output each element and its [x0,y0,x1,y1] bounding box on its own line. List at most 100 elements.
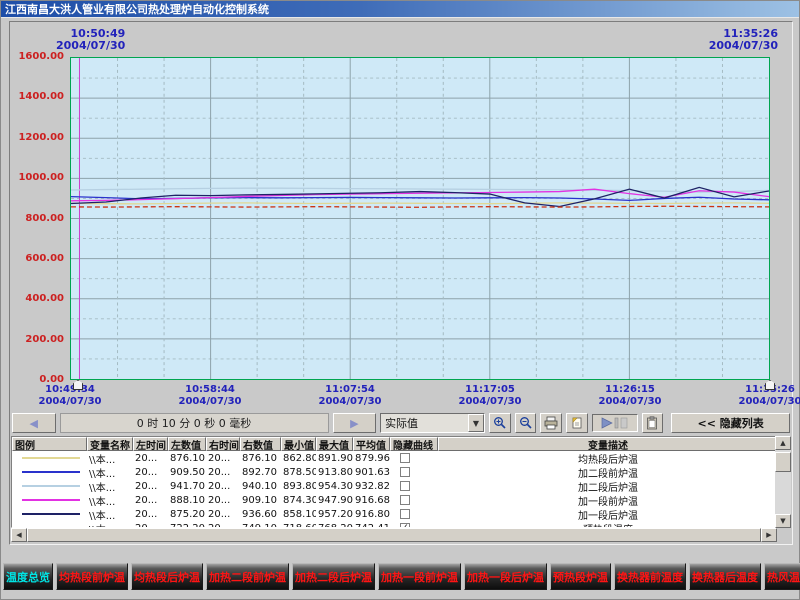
right-cursor-date: 2004/07/30 [709,40,778,52]
table-cell: \\本... [87,479,133,494]
save-button[interactable] [566,413,588,433]
table-cell: 862.80 [281,453,316,464]
nav-button-换热器前温度[interactable]: 换热器前温度 [614,563,686,590]
table-cell: 20... [133,467,168,478]
print-button[interactable] [540,413,562,433]
nav-button-换热器后温度[interactable]: 换热器后温度 [689,563,761,590]
x-axis-tick-label: 11:35:262004/07/30 [725,384,800,408]
nav-button-温度总览[interactable]: 温度总览 [3,563,53,590]
scroll-up-icon[interactable]: ▲ [775,436,791,450]
chevron-down-icon[interactable]: ▼ [468,414,484,432]
table-header-cell[interactable]: 最小值 [281,437,316,451]
table-cell: 718.60 [281,523,316,528]
table-vertical-scrollbar[interactable]: ▲ ▼ [775,436,791,528]
zoom-in-button[interactable] [489,413,511,433]
trend-curve [71,203,769,204]
table-header-cell[interactable]: 平均值 [353,437,390,451]
legend-line [22,471,80,473]
hide-curve-cell: ✓ [390,523,438,527]
nav-button-加热二段后炉温[interactable]: 加热二段后炉温 [292,563,375,590]
x-tick-date: 2004/07/30 [445,396,535,408]
table-row[interactable]: \\本...20...875.2020...936.60858.10957.20… [12,507,776,521]
nav-button-预热段炉温[interactable]: 预热段炉温 [550,563,611,590]
table-header-cell[interactable]: 隐藏曲线 [390,437,438,451]
nav-button-加热一段前炉温[interactable]: 加热一段前炉温 [378,563,461,590]
scroll-left-icon[interactable]: ◀ [11,528,27,542]
table-cell: 20... [206,509,240,520]
x-axis-tick-label: 10:58:442004/07/30 [165,384,255,408]
scroll-left-button[interactable]: ◀ [12,413,56,433]
table-cell: 858.10 [281,509,316,520]
legend-line [22,485,80,487]
hide-curve-checkbox[interactable] [400,467,410,477]
left-cursor-handle[interactable] [73,380,83,390]
table-header-cell[interactable]: 最大值 [316,437,353,451]
table-header-cell[interactable]: 左时间 [133,437,168,451]
table-horizontal-scrollbar[interactable]: ◀ ▶ [11,528,777,542]
y-axis-tick-label: 800.00 [12,213,64,224]
table-body: \\本...20...876.1020...876.10862.80891.90… [12,451,776,527]
table-header-cell[interactable]: 左数值 [168,437,206,451]
x-tick-time: 11:35:26 [725,384,800,396]
description-cell: 加二段后炉温 [438,479,776,494]
zoom-out-button[interactable] [515,413,537,433]
x-tick-time: 11:07:54 [305,384,395,396]
table-cell: 940.10 [240,481,281,492]
table-header-cell[interactable]: 图例 [12,437,87,451]
table-row[interactable]: \\本...20...722.2020...749.10718.60768.20… [12,521,776,527]
legend-line [22,499,80,501]
x-tick-time: 10:49:34 [25,384,115,396]
left-cursor-date: 2004/07/30 [56,40,125,52]
table-row[interactable]: \\本...20...876.1020...876.10862.80891.90… [12,451,776,465]
zoom-in-icon [493,416,507,430]
description-cell: 均热段后炉温 [438,451,776,466]
hide-curve-checkbox[interactable] [400,453,410,463]
app-window: 江西南昌大洪人管业有限公司热处理炉自动化控制系统 10:50:49 2004/0… [0,0,800,600]
clipboard-button[interactable] [642,413,664,433]
table-cell: 20... [206,467,240,478]
table-cell: 749.10 [240,523,281,528]
y-axis-tick-label: 1200.00 [12,132,64,143]
table-cell: 20... [133,495,168,506]
nav-button-均热段后炉温[interactable]: 均热段后炉温 [131,563,203,590]
hide-curve-cell [390,481,438,491]
hide-curve-checkbox[interactable]: ✓ [400,523,410,527]
x-axis-tick-label: 11:07:542004/07/30 [305,384,395,408]
table-cell: \\本... [87,451,133,466]
vertical-scroll-thumb[interactable] [775,452,791,472]
table-row[interactable]: \\本...20...941.7020...940.10893.80954.30… [12,479,776,493]
legend-cell [12,499,87,501]
scroll-down-icon[interactable]: ▼ [775,514,791,528]
hide-list-button[interactable]: << 隐藏列表 [671,413,790,433]
nav-button-加热一段后炉温[interactable]: 加热一段后炉温 [464,563,547,590]
table-row[interactable]: \\本...20...909.5020...892.70878.50913.80… [12,465,776,479]
horizontal-scroll-thumb[interactable] [27,528,761,542]
scroll-right-button[interactable]: ▶ [333,413,377,433]
playback-control[interactable] [592,414,638,432]
trend-plot[interactable] [70,57,770,380]
hide-curve-checkbox[interactable] [400,495,410,505]
table-cell: 20... [133,453,168,464]
right-cursor-handle[interactable] [765,380,775,390]
trend-panel: 10:50:49 2004/07/30 11:35:26 2004/07/30 … [9,21,793,545]
table-cell: 954.30 [316,481,353,492]
table-header-cell[interactable]: 变量名称 [87,437,133,451]
table-header-cell[interactable]: 变量描述 [438,437,776,451]
y-axis-tick-label: 1000.00 [12,172,64,183]
nav-button-热风温度[interactable]: 热风温度 [764,563,800,590]
table-cell: 893.80 [281,481,316,492]
time-interval-display[interactable]: 0 时 10 分 0 秒 0 毫秒 [60,413,329,433]
nav-button-均热段前炉温[interactable]: 均热段前炉温 [56,563,128,590]
hide-curve-checkbox[interactable] [400,509,410,519]
scroll-right-icon[interactable]: ▶ [761,528,777,542]
hide-curve-checkbox[interactable] [400,481,410,491]
legend-cell [12,471,87,473]
table-cell: \\本... [87,521,133,528]
table-cell: 879.96 [353,453,390,464]
nav-button-加热二段前炉温[interactable]: 加热二段前炉温 [206,563,289,590]
table-header-cell[interactable]: 右数值 [240,437,281,451]
table-row[interactable]: \\本...20...888.1020...909.10874.30947.90… [12,493,776,507]
table-header-cell[interactable]: 右时间 [206,437,240,451]
value-mode-combobox[interactable]: 实际值 ▼ [380,413,485,433]
zoom-out-icon [519,416,533,430]
